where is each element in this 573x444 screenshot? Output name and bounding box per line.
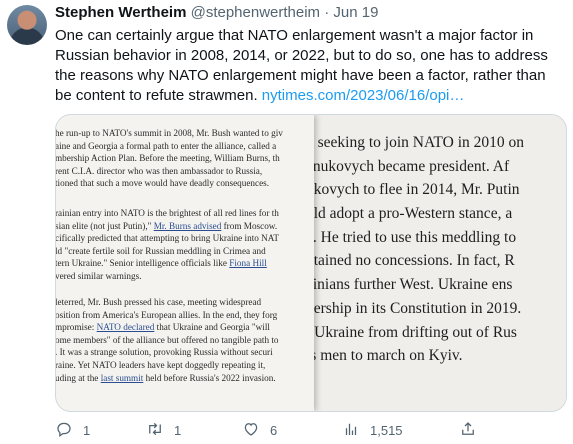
share-button[interactable] xyxy=(459,418,477,442)
retweet-button[interactable]: 1 xyxy=(146,418,181,442)
clipping-line: d seeking to join NATO in 2010 on xyxy=(312,134,524,151)
clipping-text: uding at the xyxy=(56,372,101,383)
clipping-line: rainian entry into NATO is the brightest… xyxy=(56,208,279,218)
clipping-hyperlink: Mr. Burns advised xyxy=(153,220,222,231)
clipping-line: bership in its Constitution in 2019. xyxy=(312,299,522,317)
newspaper-clipping-left: he run-up to NATO's summit in 2008, Mr. … xyxy=(56,115,314,411)
clipping-line: cifically predicted that attempting to b… xyxy=(56,233,280,244)
clipping-line: ome members" of the alliance but offered… xyxy=(56,334,279,345)
clipping-hyperlink: last summit xyxy=(100,372,144,383)
clipping-line: he run-up to NATO's summit in 2008, Mr. … xyxy=(56,128,283,138)
clipping-text: tern Ukraine." Senior intelligence offic… xyxy=(56,258,230,269)
clipping-paragraph-2: rainian entry into NATO is the brightest… xyxy=(56,207,279,283)
clipping-text: sian elite (not just Putin)," xyxy=(56,220,154,231)
clipping-text: that Ukraine and Georgia "will xyxy=(154,322,270,333)
tweet-date[interactable]: Jun 19 xyxy=(333,4,378,21)
reply-button[interactable]: 1 xyxy=(55,418,90,442)
clipping-line: . It was a strange solution, provoking R… xyxy=(56,347,273,358)
author-name[interactable]: Stephen Wertheim xyxy=(55,4,186,21)
reply-icon xyxy=(55,420,73,441)
heart-icon xyxy=(242,420,260,441)
like-count: 6 xyxy=(270,422,278,438)
clipping-line: leterred, Mr. Bush pressed his case, mee… xyxy=(56,297,262,307)
avatar[interactable] xyxy=(7,5,47,45)
clipping-line: osition from America's European allies. … xyxy=(56,309,278,320)
analytics-icon xyxy=(342,420,360,441)
header-separator: · xyxy=(324,4,330,21)
views-button[interactable]: 1,515 xyxy=(342,418,403,442)
tweet-header: Stephen Wertheim @stephenwertheim · Jun … xyxy=(55,4,378,21)
clipping-line: mpromise: NATO declared that Ukraine and… xyxy=(56,321,279,334)
tweet-actions: 1 1 6 1,515 xyxy=(55,418,560,442)
clipping-line: uding at the last summit held before Rus… xyxy=(56,372,279,385)
clipping-line: a. He tried to use this meddling to xyxy=(312,228,517,246)
clipping-hyperlink: NATO declared xyxy=(96,322,155,333)
clipping-hyperlink: Fiona Hill xyxy=(229,258,267,269)
retweet-count: 1 xyxy=(174,422,182,438)
tweet-text: One can certainly argue that NATO enlarg… xyxy=(55,26,560,106)
reply-count: 1 xyxy=(83,422,91,438)
clipping-line: anukovych became president. Af xyxy=(312,157,510,175)
clipping-paragraph-1: he run-up to NATO's summit in 2008, Mr. … xyxy=(56,127,283,190)
clipping-line: tioned that such a move would have deadl… xyxy=(56,178,270,189)
clipping-line: uld adopt a pro-Western stance, a xyxy=(312,205,513,223)
like-button[interactable]: 6 xyxy=(242,418,277,442)
views-count: 1,515 xyxy=(370,422,403,438)
clipping-line: sian elite (not just Putin)," Mr. Burns … xyxy=(56,220,279,233)
clipping-line: ainians further West. Ukraine ens xyxy=(312,276,513,294)
clipping-text: held before Russia's 2022 invasion. xyxy=(143,372,276,383)
clipping-line: raine. Yet NATO leaders have kept dogged… xyxy=(56,359,266,370)
retweet-icon xyxy=(146,420,164,441)
clipping-line: tern Ukraine." Senior intelligence offic… xyxy=(56,257,279,270)
clipping-right-lines: d seeking to join NATO in 2010 on anukov… xyxy=(312,131,524,368)
clipping-line: aine and Georgia a formal path to enter … xyxy=(56,140,277,151)
clipping-text: from Moscow. xyxy=(221,220,278,231)
clipping-line: ukovych to flee in 2014, Mr. Putin xyxy=(312,181,520,199)
share-icon xyxy=(459,420,477,441)
clipping-line: ld "create fertile soil for Russian medd… xyxy=(56,245,266,256)
article-link[interactable]: nytimes.com/2023/06/16/opi… xyxy=(262,87,465,104)
clipping-line: vered similar warnings. xyxy=(56,270,142,281)
clipping-line: btained no concessions. In fact, R xyxy=(312,252,515,270)
author-handle[interactable]: @stephenwertheim xyxy=(191,4,320,21)
clipping-text: mpromise: xyxy=(56,322,97,333)
clipping-line: rent C.I.A. director who was then ambass… xyxy=(56,165,263,176)
clipping-line: t Ukraine from drifting out of Rus xyxy=(312,323,517,341)
clipping-paragraph-3: leterred, Mr. Bush pressed his case, mee… xyxy=(56,296,279,384)
clipping-line: is men to march on Kyiv. xyxy=(312,347,463,365)
newspaper-clipping-right: d seeking to join NATO in 2010 on anukov… xyxy=(312,115,566,411)
tweet-media-image[interactable]: he run-up to NATO's summit in 2008, Mr. … xyxy=(55,114,567,412)
clipping-line: mbership Action Plan. Before the meeting… xyxy=(56,153,280,164)
